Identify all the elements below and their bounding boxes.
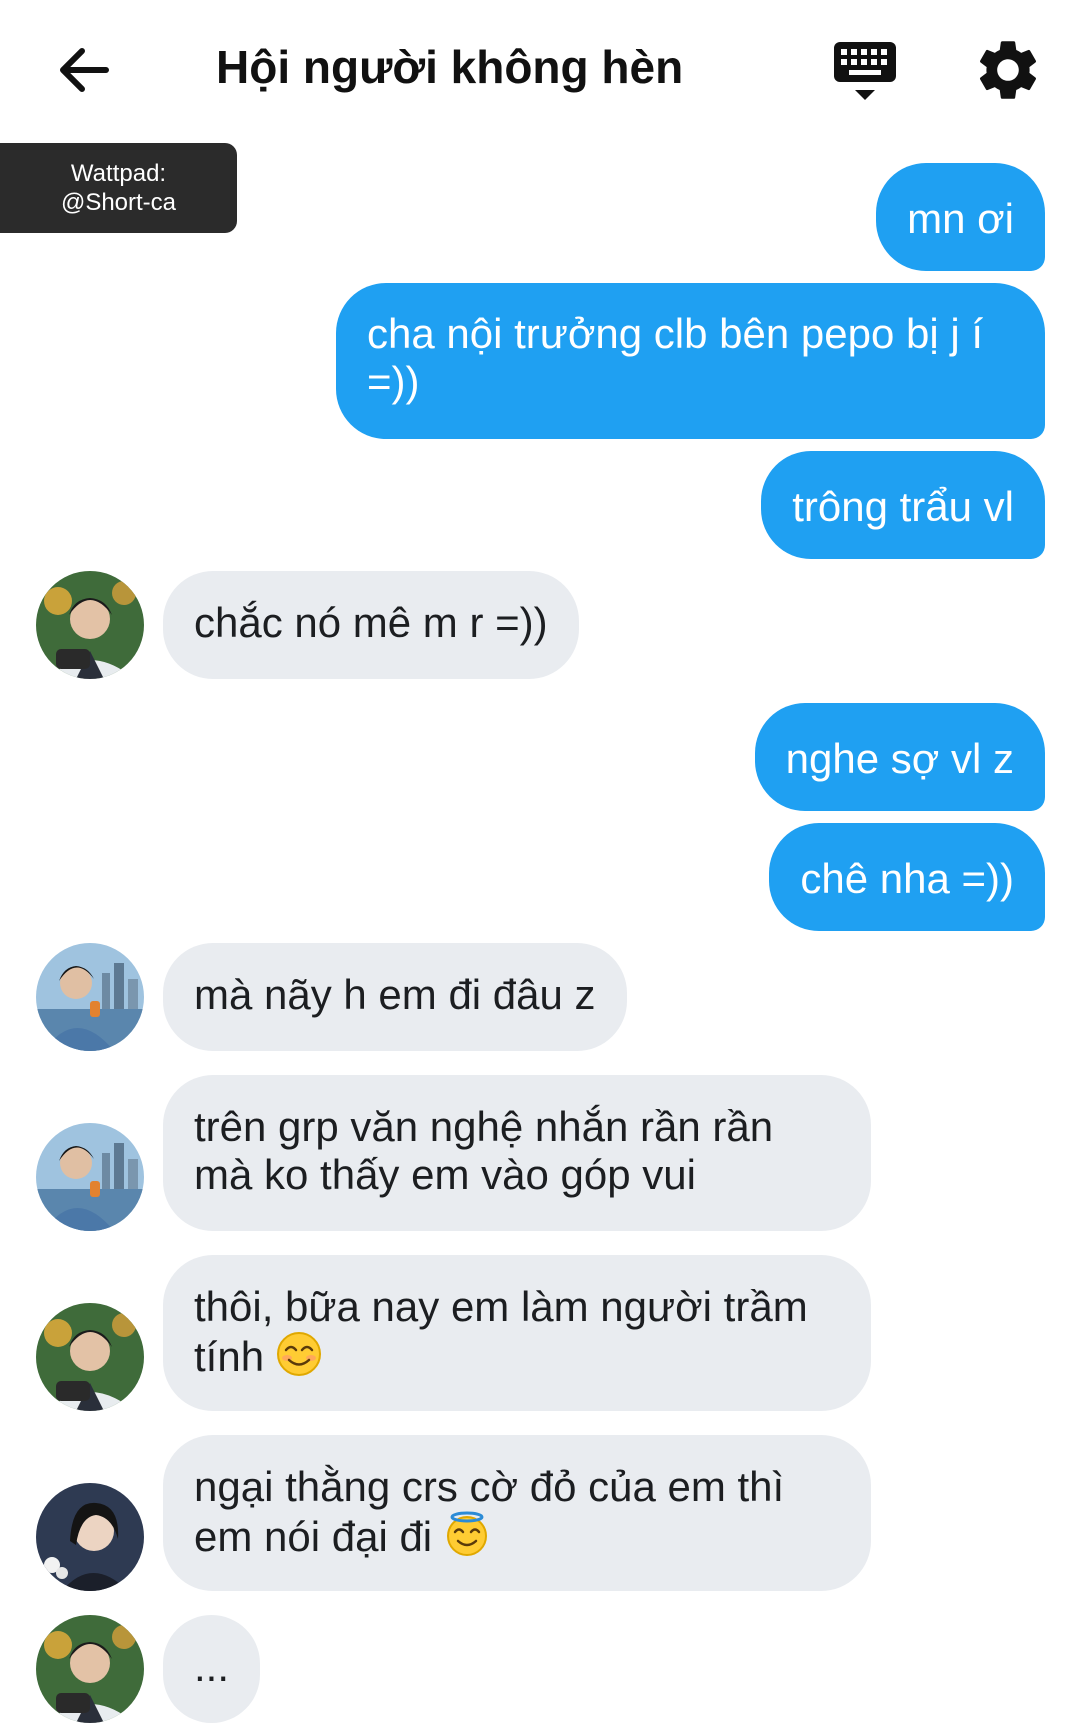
avatar-photo-icon (36, 1483, 144, 1591)
message-bubble-outgoing[interactable]: trông trẩu vl (761, 451, 1045, 559)
message-bubble-outgoing[interactable]: nghe sợ vl z (754, 703, 1045, 811)
message-text: mn ơi (907, 195, 1014, 242)
message-text: trông trẩu vl (792, 483, 1014, 530)
avatar-photo-icon (36, 943, 144, 1051)
message-text: ... (194, 1643, 230, 1690)
back-arrow-icon (60, 48, 109, 92)
message-bubble-incoming[interactable]: thôi, bữa nay em làm người trầm tính (163, 1255, 871, 1411)
smiling-face-emoji-icon (276, 1332, 321, 1376)
avatar[interactable] (36, 1303, 144, 1411)
avatar[interactable] (36, 571, 144, 679)
settings-button[interactable] (972, 34, 1044, 106)
avatar-photo-icon (36, 1615, 144, 1723)
keyboard-icon (834, 42, 896, 100)
message-text: trên grp văn nghệ nhắn rần rần mà ko thấ… (194, 1103, 774, 1198)
halo-face-emoji-icon (446, 1511, 487, 1556)
message-text: chê nha =)) (800, 855, 1014, 902)
message-text: chắc nó mê m r =)) (194, 599, 548, 646)
avatar[interactable] (36, 1123, 144, 1231)
avatar-photo-icon (36, 1123, 144, 1231)
message-bubble-incoming[interactable]: ... (163, 1615, 260, 1723)
message-bubble-incoming[interactable]: trên grp văn nghệ nhắn rần rần mà ko thấ… (163, 1075, 871, 1231)
chat-header: Hội người không hèn (0, 0, 1080, 140)
conversation-title: Hội người không hèn (216, 41, 684, 93)
watermark-line-2: @Short-ca (60, 189, 177, 216)
avatar[interactable] (36, 1483, 144, 1591)
avatar[interactable] (36, 943, 144, 1051)
watermark-line-1: Wattpad: (70, 160, 167, 187)
message-bubble-outgoing[interactable]: mn ơi (876, 163, 1045, 271)
avatar-photo-icon (36, 1303, 144, 1411)
avatar-photo-icon (36, 571, 144, 679)
message-bubble-incoming[interactable]: ngại thằng crs cờ đỏ của em thì em nói đ… (163, 1435, 871, 1591)
message-bubble-outgoing[interactable]: chê nha =)) (769, 823, 1045, 931)
back-button[interactable] (52, 38, 116, 102)
gear-icon (979, 41, 1037, 99)
message-bubble-outgoing[interactable]: cha nội trưởng clb bên pepo bị j í =)) (336, 283, 1045, 439)
keyboard-toggle-button[interactable] (830, 38, 900, 108)
message-text: cha nội trưởng clb bên pepo bị j í =)) (367, 310, 984, 405)
message-text: mà nãy h em đi đâu z (194, 971, 596, 1018)
message-bubble-incoming[interactable]: chắc nó mê m r =)) (163, 571, 579, 679)
avatar[interactable] (36, 1615, 144, 1723)
message-bubble-incoming[interactable]: mà nãy h em đi đâu z (163, 943, 627, 1051)
wattpad-watermark: Wattpad: @Short-ca (0, 143, 237, 233)
message-text: nghe sợ vl z (785, 735, 1014, 782)
